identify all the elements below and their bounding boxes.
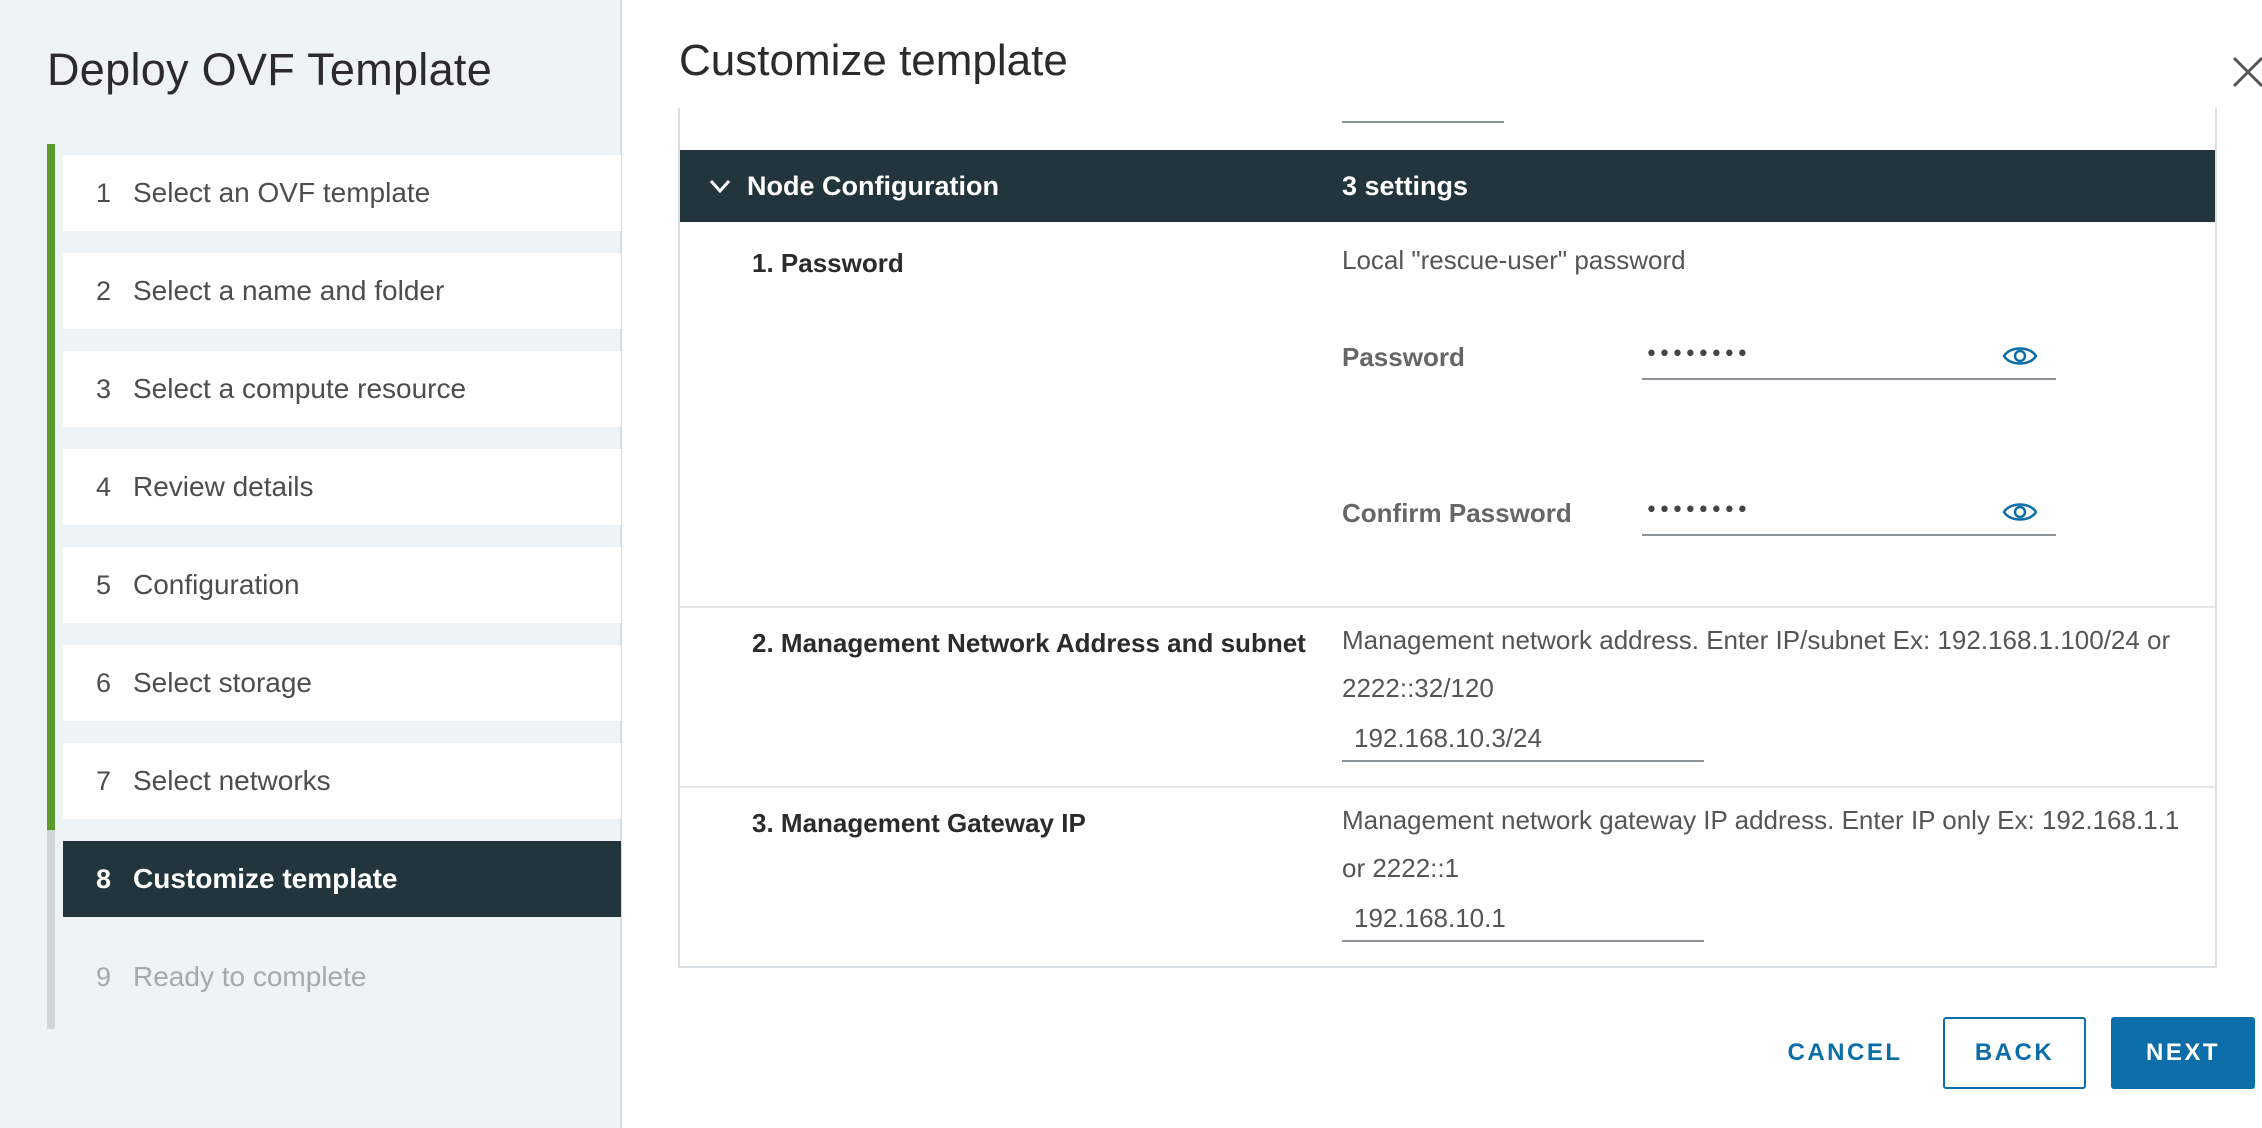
- step-number: 4: [95, 471, 111, 502]
- wizard-sidebar: Deploy OVF Template 1 Select an OVF temp…: [0, 0, 622, 1128]
- customize-template-content[interactable]: ••• Node Configuration 3 settings 1. Pas…: [678, 108, 2217, 968]
- setting-description: Local "rescue-user" password: [1342, 245, 1686, 275]
- step-label: Review details: [133, 471, 314, 502]
- close-button[interactable]: [2228, 52, 2262, 92]
- eye-icon[interactable]: [2002, 344, 2038, 368]
- setting-description: Management network gateway IP address. E…: [1342, 805, 2180, 883]
- node-configuration-group-header[interactable]: Node Configuration 3 settings: [680, 150, 2215, 222]
- step-label: Select an OVF template: [133, 177, 431, 208]
- group-settings-count: 3 settings: [1342, 170, 1469, 201]
- setting-management-gateway-ip: 3. Management Gateway IP Management netw…: [680, 786, 2215, 966]
- wizard-step-8-active[interactable]: 8 Customize template: [63, 841, 621, 917]
- step-number: 2: [95, 275, 111, 306]
- wizard-title: Deploy OVF Template: [47, 44, 493, 95]
- step-number: 6: [95, 667, 111, 698]
- back-button[interactable]: BACK: [1943, 1017, 2086, 1089]
- wizard-step-6[interactable]: 6 Select storage: [63, 645, 621, 721]
- wizard-step-7[interactable]: 7 Select networks: [63, 743, 621, 819]
- wizard-progress-completed: [47, 144, 55, 830]
- confirm-password-label: Confirm Password: [1342, 498, 1572, 528]
- next-button[interactable]: NEXT: [2111, 1017, 2255, 1089]
- step-label: Ready to complete: [133, 961, 367, 992]
- wizard-step-3[interactable]: 3 Select a compute resource: [63, 351, 621, 427]
- step-label: Select a name and folder: [133, 275, 445, 306]
- wizard-step-1[interactable]: 1 Select an OVF template: [63, 155, 621, 231]
- setting-description: Management network address. Enter IP/sub…: [1342, 625, 2171, 703]
- confirm-password-input[interactable]: [1642, 486, 2056, 536]
- setting-name: 1. Password: [752, 248, 904, 278]
- step-label: Select a compute resource: [133, 373, 467, 404]
- step-number: 7: [95, 765, 111, 796]
- management-gateway-input[interactable]: [1342, 896, 1704, 942]
- wizard-step-2[interactable]: 2 Select a name and folder: [63, 253, 621, 329]
- cancel-button[interactable]: CANCEL: [1770, 1017, 1920, 1089]
- setting-name: 2. Management Network Address and subnet: [752, 628, 1306, 658]
- password-label: Password: [1342, 342, 1465, 372]
- close-icon: [2232, 56, 2262, 88]
- management-address-input[interactable]: [1342, 716, 1704, 762]
- step-label: Customize template: [133, 863, 398, 894]
- step-label: Configuration: [133, 569, 300, 600]
- wizard-step-9: 9 Ready to complete: [63, 939, 621, 1015]
- wizard-progress-bar: [47, 144, 55, 1029]
- step-number: 5: [95, 569, 111, 600]
- password-input[interactable]: [1642, 330, 2056, 380]
- step-number: 8: [95, 863, 111, 894]
- setting-name: 3. Management Gateway IP: [752, 808, 1086, 838]
- eye-icon[interactable]: [2002, 500, 2038, 524]
- setting-management-network-address: 2. Management Network Address and subnet…: [680, 606, 2215, 786]
- wizard-step-4[interactable]: 4 Review details: [63, 449, 621, 525]
- step-number: 9: [95, 961, 111, 992]
- page-title: Customize template: [679, 36, 1068, 85]
- step-number: 1: [95, 177, 111, 208]
- step-label: Select storage: [133, 667, 312, 698]
- chevron-down-icon: [709, 179, 731, 194]
- wizard-step-5[interactable]: 5 Configuration: [63, 547, 621, 623]
- previous-setting-input[interactable]: •••: [1342, 108, 1504, 123]
- step-number: 3: [95, 373, 111, 404]
- group-name: Node Configuration: [747, 170, 999, 201]
- setting-password: 1. Password Local "rescue-user" password…: [680, 222, 2215, 536]
- step-label: Select networks: [133, 765, 331, 796]
